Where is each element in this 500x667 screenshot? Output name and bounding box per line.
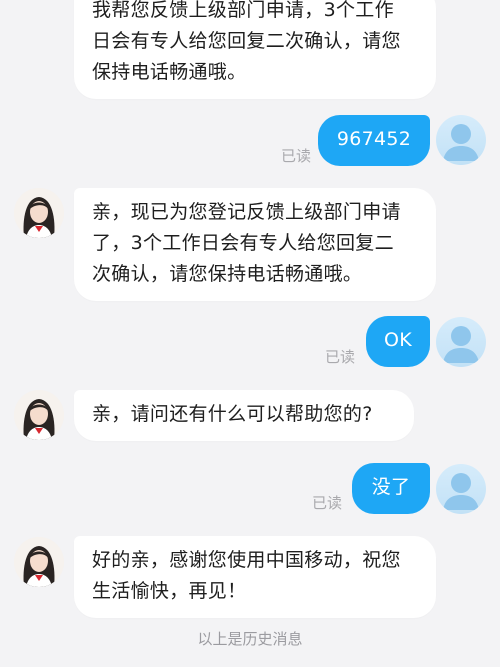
agent-avatar-icon[interactable] [14,390,64,440]
user-avatar-icon[interactable] [436,317,486,367]
message-line: 次确认，请您保持电话畅通哦。 [92,263,363,285]
user-avatar-icon[interactable] [436,115,486,165]
message-line: 亲，请问还有什么可以帮助您的? [92,403,373,425]
message-line: 日会有专人给您回复二次确认，请您 [92,30,401,52]
user-message-bubble: 967452 [318,115,430,166]
user-message-text: 没了 [371,476,411,498]
message-line: 了，3个工作日会有专人给您回复二 [92,232,394,254]
history-footer-label: 以上是历史消息 [197,630,303,648]
agent-avatar-icon[interactable] [14,537,64,587]
read-status: 已读 [280,147,311,165]
user-message-bubble: OK [366,316,430,367]
agent-message-bubble: 亲，请问还有什么可以帮助您的? [74,390,414,441]
user-message-text: OK [384,329,413,351]
message-line: 好的亲，感谢您使用中国移动，祝您 [92,549,401,571]
agent-message-bubble: 亲，现已为您登记反馈上级部门申请 了，3个工作日会有专人给您回复二 次确认，请您… [74,188,436,301]
message-line: 生活愉快，再见！ [92,580,247,602]
user-avatar-icon[interactable] [436,464,486,514]
message-line: 保持电话畅通哦。 [92,61,247,83]
user-message-text: 967452 [336,128,412,150]
message-line: 亲，现已为您登记反馈上级部门申请 [92,201,401,223]
message-line: 我帮您反馈上级部门申请，3个工作 [92,0,394,21]
user-message-bubble: 没了 [352,463,430,514]
agent-message-bubble: 好的亲，感谢您使用中国移动，祝您 生活愉快，再见！ [74,536,436,618]
agent-message-bubble: 我帮您反馈上级部门申请，3个工作 日会有专人给您回复二次确认，请您 保持电话畅通… [74,0,436,99]
agent-avatar-icon[interactable] [14,188,64,238]
read-status: 已读 [324,348,355,366]
read-status: 已读 [311,494,342,512]
